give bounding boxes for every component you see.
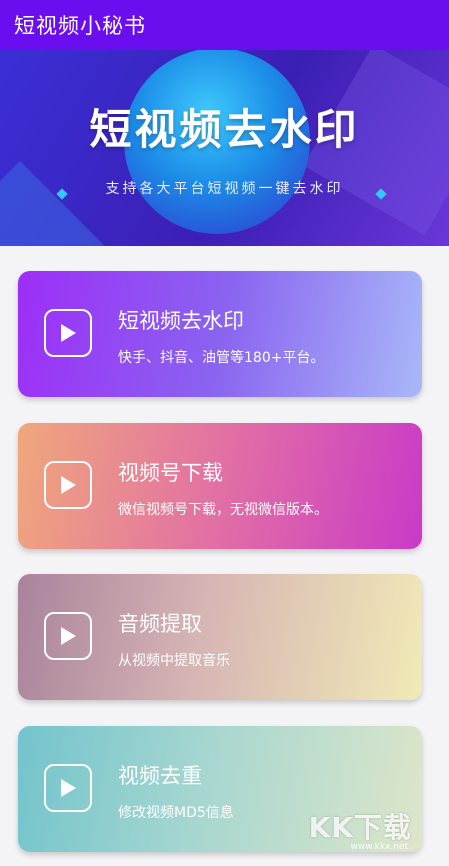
card-title: 视频去重: [118, 764, 202, 788]
card-remove-watermark[interactable]: 短视频去水印 快手、抖音、油管等180+平台。: [18, 271, 422, 397]
play-icon: [44, 612, 92, 660]
card-description: 快手、抖音、油管等180+平台。: [118, 350, 325, 366]
banner-decoration: [0, 161, 105, 246]
banner-subtitle: 支持各大平台短视频一键去水印: [105, 181, 344, 197]
app-title: 短视频小秘书: [14, 14, 146, 38]
card-video-dedupe[interactable]: 视频去重 修改视频MD5信息 KK下载 www.kkx.net: [18, 726, 422, 852]
app-bar: 短视频小秘书: [0, 0, 449, 50]
card-description: 修改视频MD5信息: [118, 805, 234, 821]
watermark-url: www.kkx.net: [350, 842, 409, 852]
card-description: 从视频中提取音乐: [118, 653, 230, 669]
banner-title: 短视频去水印: [89, 105, 360, 154]
card-title: 短视频去水印: [118, 309, 244, 333]
play-icon: [44, 764, 92, 812]
banner[interactable]: 短视频去水印 支持各大平台短视频一键去水印: [0, 50, 449, 246]
card-description: 微信视频号下载，无视微信版本。: [118, 502, 328, 518]
card-title: 视频号下载: [118, 461, 223, 485]
card-audio-extract[interactable]: 音频提取 从视频中提取音乐: [18, 574, 422, 700]
play-icon: [44, 309, 92, 357]
card-channel-download[interactable]: 视频号下载 微信视频号下载，无视微信版本。: [18, 423, 422, 549]
watermark-logo: KK下载: [308, 811, 412, 844]
card-title: 音频提取: [118, 612, 202, 636]
play-icon: [44, 461, 92, 509]
